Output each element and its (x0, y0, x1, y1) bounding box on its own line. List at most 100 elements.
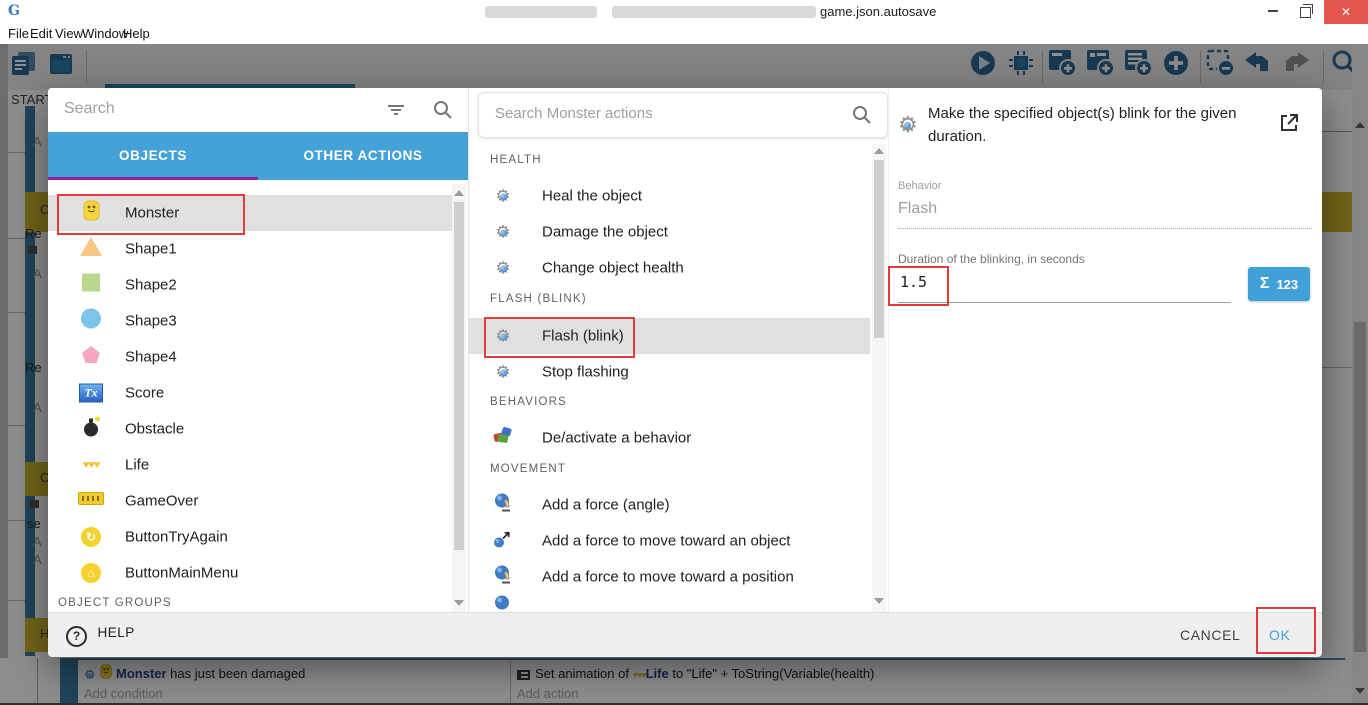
force-toward-object-icon (490, 529, 516, 554)
object-search-input[interactable] (62, 99, 366, 119)
search-icon[interactable] (851, 104, 873, 131)
annotation-box-duration (888, 266, 949, 306)
open-external-icon[interactable] (1279, 112, 1300, 138)
scroll-up-icon[interactable] (874, 148, 884, 154)
action-row-force-toward-object[interactable]: Add a force to move toward an object (468, 523, 870, 559)
object-row-shape2[interactable]: Shape2 (48, 267, 452, 303)
scrollbar-thumb[interactable] (454, 202, 464, 550)
object-label: Shape1 (125, 240, 177, 258)
actions-search-input[interactable] (493, 104, 827, 123)
bomb-icon (78, 416, 104, 439)
object-row-shape1[interactable]: Shape1 (48, 231, 452, 267)
object-row-life[interactable]: ♥♥♥ Life (48, 447, 452, 483)
gear-icon: ⚙ (490, 260, 516, 277)
cancel-button[interactable]: CANCEL (1174, 626, 1246, 644)
circle-icon (78, 308, 104, 334)
window-title: game.json.autosave (820, 4, 937, 19)
annotation-box-ok (1256, 607, 1316, 654)
action-row-change-health[interactable]: ⚙ Change object health (468, 250, 870, 286)
object-label: GameOver (125, 492, 199, 510)
minimize-icon (1268, 10, 1278, 12)
section-header-behaviors: BEHAVIORS (490, 396, 568, 408)
restore-button[interactable] (1290, 0, 1320, 24)
search-icon[interactable] (432, 99, 454, 126)
action-label: Heal the object (542, 187, 643, 205)
action-row-damage[interactable]: ⚙ Damage the object (468, 214, 870, 250)
sigma-icon: Σ (1259, 275, 1270, 292)
force-icon (490, 595, 516, 612)
scrollbar-thumb[interactable] (874, 160, 884, 338)
help-label: HELP (97, 625, 135, 640)
expression-button-label: 123 (1276, 276, 1299, 292)
action-label: Add a force to move toward a position (542, 568, 794, 586)
gear-icon: ⚙ (898, 112, 918, 137)
gear-icon: ⚙ (490, 364, 516, 381)
dialog-footer: ? HELP CANCEL OK (48, 612, 1322, 657)
square-icon (78, 273, 104, 297)
action-row-deactivate-behavior[interactable]: De/activate a behavior (468, 420, 870, 456)
gdevelop-logo-icon: G (8, 3, 20, 19)
triangle-icon (78, 237, 104, 261)
help-button[interactable]: ? HELP (66, 625, 135, 647)
filter-icon[interactable] (386, 100, 406, 125)
object-row-buttontryagain[interactable]: ↻ ButtonTryAgain (48, 519, 452, 555)
menu-edit[interactable]: Edit (30, 26, 52, 41)
tab-other-actions[interactable]: OTHER ACTIONS (258, 132, 468, 177)
object-row-obstacle[interactable]: Obstacle (48, 411, 452, 447)
menu-window[interactable]: Window (82, 26, 128, 41)
object-label: ButtonTryAgain (125, 528, 228, 546)
close-button[interactable]: ✕ (1324, 0, 1368, 24)
actions-search-box (478, 92, 888, 138)
object-row-shape4[interactable]: Shape4 (48, 339, 452, 375)
object-label: Obstacle (125, 420, 185, 438)
action-label: Damage the object (542, 223, 668, 241)
scroll-down-icon[interactable] (454, 600, 464, 606)
tab-objects[interactable]: OBJECTS (48, 132, 258, 177)
force-icon (490, 493, 516, 518)
section-header-flash: FLASH (BLINK) (490, 293, 587, 305)
object-groups-header: OBJECT GROUPS (58, 597, 172, 609)
scroll-down-icon[interactable] (874, 598, 884, 604)
behavior-icon (490, 426, 516, 450)
gameover-banner-icon (78, 492, 104, 510)
action-label: Change object health (542, 259, 684, 277)
minimize-button[interactable] (1258, 0, 1288, 24)
action-row-heal[interactable]: ⚙ Heal the object (468, 178, 870, 214)
action-description: Make the specified object(s) blink for t… (928, 105, 1237, 145)
object-search-box (48, 88, 468, 132)
object-row-score[interactable]: Tx Score (48, 375, 452, 411)
panel-divider (888, 88, 889, 612)
action-row-clipped[interactable] (468, 595, 870, 612)
object-row-shape3[interactable]: Shape3 (48, 303, 452, 339)
home-button-icon: ⌂ (78, 563, 104, 583)
duration-field-label: Duration of the blinking, in seconds (898, 252, 1085, 266)
section-header-movement: MOVEMENT (490, 463, 567, 475)
action-label: Add a force to move toward an object (542, 532, 791, 550)
behavior-field-underline (898, 227, 1312, 229)
expression-editor-button[interactable]: Σ 123 (1248, 267, 1310, 301)
menu-view[interactable]: View (55, 26, 83, 41)
action-label: De/activate a behavior (542, 429, 692, 447)
restore-icon (1299, 4, 1313, 18)
action-row-add-force-angle[interactable]: Add a force (angle) (468, 487, 870, 523)
hearts-icon: ♥♥♥ (82, 459, 101, 471)
tab-bar: OBJECTS OTHER ACTIONS (48, 132, 468, 180)
object-label: Life (125, 456, 150, 474)
action-row-stop-flashing[interactable]: ⚙ Stop flashing (468, 354, 870, 390)
active-tab-underline (48, 177, 258, 180)
instruction-editor-dialog: OBJECTS OTHER ACTIONS Monster Shape1 Sha… (48, 88, 1322, 657)
menu-file[interactable]: File (8, 26, 29, 41)
object-label: Score (125, 384, 165, 402)
object-label: ButtonMainMenu (125, 564, 239, 582)
help-icon: ? (66, 626, 87, 647)
redacted-title-segment (485, 6, 597, 18)
scroll-up-icon[interactable] (454, 190, 464, 196)
menu-help[interactable]: Help (123, 26, 150, 41)
redacted-title-segment (612, 6, 816, 18)
object-row-gameover[interactable]: GameOver (48, 483, 452, 519)
action-row-force-toward-position[interactable]: Add a force to move toward a position (468, 559, 870, 595)
object-row-buttonmainmenu[interactable]: ⌂ ButtonMainMenu (48, 555, 452, 591)
object-label: Shape4 (125, 348, 177, 366)
retry-button-icon: ↻ (78, 527, 104, 547)
section-header-health: HEALTH (490, 154, 542, 166)
